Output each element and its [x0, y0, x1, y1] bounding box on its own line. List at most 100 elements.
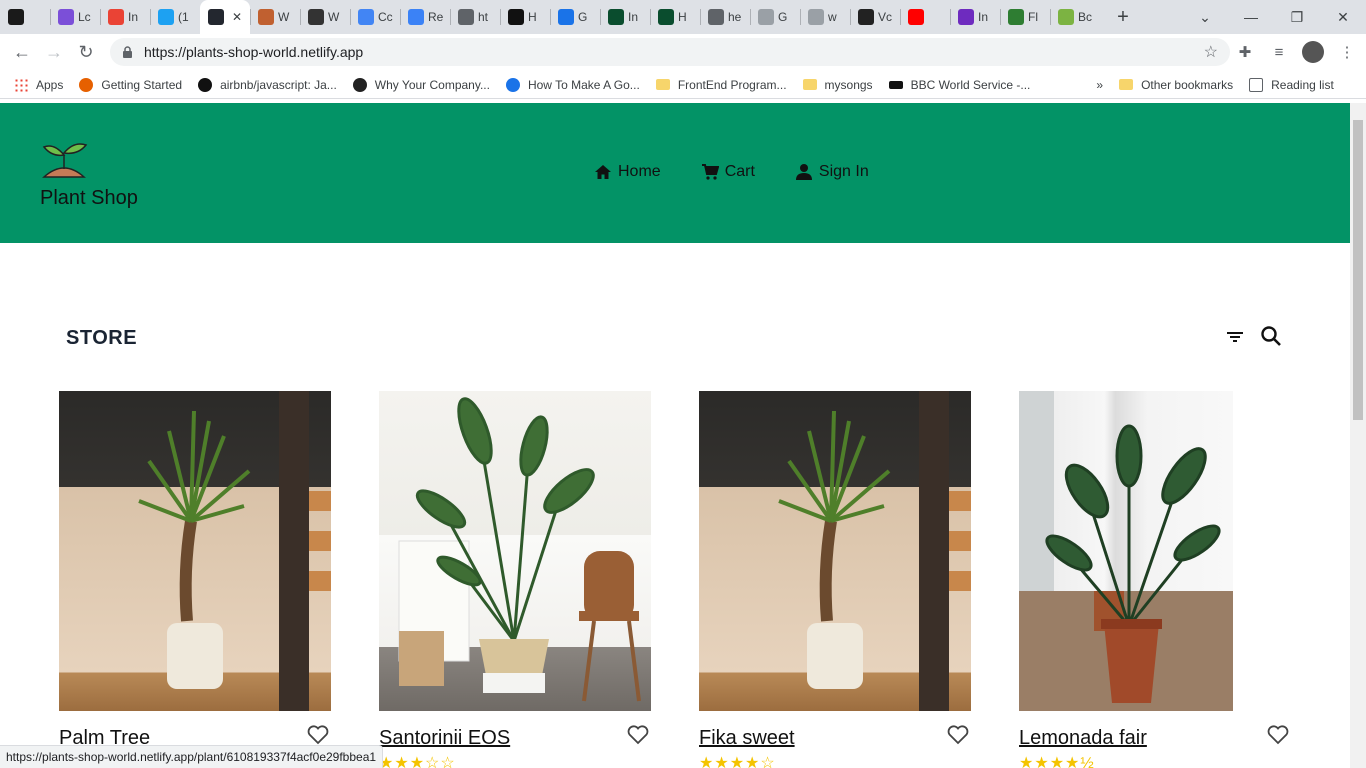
- bookmark-airbnb[interactable]: airbnb/javascript: Ja...: [190, 73, 345, 97]
- tab-favicon-icon: [1058, 9, 1074, 25]
- tab-close-icon[interactable]: ✕: [232, 10, 242, 24]
- back-button[interactable]: ←: [6, 37, 38, 69]
- page-scrollbar[interactable]: [1350, 103, 1366, 768]
- heart-icon[interactable]: [307, 725, 329, 745]
- browser-tab[interactable]: H: [500, 0, 550, 34]
- browser-tab[interactable]: [900, 0, 950, 34]
- search-icon[interactable]: [1260, 325, 1282, 347]
- nav-cart[interactable]: Cart: [701, 163, 755, 181]
- more-bookmarks-button[interactable]: »: [1088, 73, 1111, 97]
- tab-search-icon[interactable]: ⌄: [1182, 0, 1228, 34]
- home-icon: [595, 165, 611, 179]
- folder-icon: [655, 79, 670, 90]
- product-name[interactable]: Lemonada fair: [1019, 727, 1147, 750]
- folder-icon: [1119, 79, 1134, 90]
- tab-favicon-icon: [358, 9, 374, 25]
- bookmark-reading-list[interactable]: Reading list: [1241, 73, 1342, 97]
- browser-tab[interactable]: he: [700, 0, 750, 34]
- media-control-icon[interactable]: ≡: [1266, 38, 1292, 66]
- forward-button[interactable]: →: [38, 37, 70, 69]
- tab-label: G: [778, 10, 788, 24]
- browser-tab[interactable]: (1: [150, 0, 200, 34]
- reading-list-icon: [1249, 77, 1264, 92]
- profile-avatar[interactable]: [1300, 38, 1326, 66]
- browser-tab[interactable]: W: [250, 0, 300, 34]
- rating-stars: ★★★☆☆: [379, 755, 456, 768]
- browser-tab[interactable]: W: [300, 0, 350, 34]
- tab-label: (1: [178, 10, 189, 24]
- product-name[interactable]: Fika sweet: [699, 727, 795, 750]
- browser-tab[interactable]: Bc: [1050, 0, 1100, 34]
- browser-tab[interactable]: Re: [400, 0, 450, 34]
- browser-tab[interactable]: ht: [450, 0, 500, 34]
- product-name[interactable]: Santorinii EOS: [379, 727, 510, 750]
- nav-signin[interactable]: Sign In: [795, 163, 869, 181]
- bookmark-apps[interactable]: Apps: [0, 73, 71, 97]
- url-text: https://plants-shop-world.netlify.app: [144, 44, 364, 60]
- product-card[interactable]: Lemonada fair ★★★★½: [1019, 391, 1289, 768]
- extensions-icon[interactable]: ✚: [1232, 38, 1258, 66]
- heart-icon[interactable]: [627, 725, 649, 745]
- bookmark-frontend[interactable]: FrontEnd Program...: [648, 73, 795, 97]
- menu-icon[interactable]: ⋮: [1334, 38, 1360, 66]
- scrollbar-thumb[interactable]: [1353, 120, 1363, 420]
- tab-label: Cc: [378, 10, 393, 24]
- tab-favicon-icon: [258, 9, 274, 25]
- bookmark-getting-started[interactable]: Getting Started: [71, 73, 190, 97]
- product-image[interactable]: [59, 391, 331, 711]
- browser-tab[interactable]: G: [550, 0, 600, 34]
- product-card[interactable]: Santorinii EOS ★★★☆☆: [379, 391, 651, 768]
- status-bar-url: https://plants-shop-world.netlify.app/pl…: [0, 745, 384, 768]
- minimize-button[interactable]: —: [1228, 0, 1274, 34]
- tab-label: he: [728, 10, 742, 24]
- browser-tab[interactable]: Lc: [50, 0, 100, 34]
- browser-tab[interactable]: ✕: [200, 0, 250, 34]
- bookmark-other[interactable]: Other bookmarks: [1111, 73, 1241, 97]
- tab-favicon-icon: [708, 9, 724, 25]
- tab-label: W: [278, 10, 290, 24]
- product-image[interactable]: [1019, 391, 1233, 711]
- more-label: »: [1096, 77, 1104, 92]
- plant-logo-icon[interactable]: [40, 137, 88, 179]
- bookmark-why-company[interactable]: Why Your Company...: [345, 73, 498, 97]
- product-card[interactable]: Palm Tree ★★★☆☆: [59, 391, 331, 768]
- browser-tab[interactable]: In: [100, 0, 150, 34]
- tab-label: In: [628, 10, 639, 24]
- cart-icon: [701, 164, 719, 180]
- browser-tab[interactable]: Cc: [350, 0, 400, 34]
- new-tab-button[interactable]: +: [1108, 6, 1138, 29]
- tab-label: Re: [428, 10, 444, 24]
- bookmark-how-to[interactable]: How To Make A Go...: [498, 73, 648, 97]
- browser-tab[interactable]: Fl: [1000, 0, 1050, 34]
- heart-icon[interactable]: [1267, 725, 1289, 745]
- rating-stars: ★★★★½: [1019, 755, 1095, 768]
- tab-label: Lc: [78, 10, 91, 24]
- tab-label: In: [978, 10, 989, 24]
- browser-tab[interactable]: w: [800, 0, 850, 34]
- lock-icon: [122, 46, 134, 58]
- product-card[interactable]: Fika sweet ★★★★☆: [699, 391, 971, 768]
- bbc-icon: [888, 80, 903, 89]
- tab-label: In: [128, 10, 139, 24]
- bookmark-bbc[interactable]: BBC World Service -...: [881, 73, 1039, 97]
- maximize-button[interactable]: ❐: [1274, 0, 1320, 34]
- address-bar[interactable]: https://plants-shop-world.netlify.app ☆: [110, 38, 1230, 66]
- reload-button[interactable]: ↻: [70, 37, 102, 69]
- browser-tab[interactable]: In: [600, 0, 650, 34]
- heart-icon[interactable]: [947, 725, 969, 745]
- nav-home[interactable]: Home: [594, 163, 661, 181]
- filter-icon[interactable]: [1226, 329, 1244, 345]
- tab-favicon-icon: [158, 9, 174, 25]
- product-image[interactable]: [379, 391, 651, 711]
- bookmark-mysongs[interactable]: mysongs: [795, 73, 881, 97]
- page: Plant Shop Home Cart Sign In STORE Palm …: [0, 103, 1350, 768]
- browser-tab[interactable]: G: [750, 0, 800, 34]
- browser-tab[interactable]: [0, 0, 50, 34]
- browser-tab[interactable]: H: [650, 0, 700, 34]
- brand-name[interactable]: Plant Shop: [40, 187, 138, 210]
- browser-tab[interactable]: In: [950, 0, 1000, 34]
- close-window-button[interactable]: ✕: [1320, 0, 1366, 34]
- bookmark-star-icon[interactable]: ☆: [1204, 42, 1218, 62]
- browser-tab[interactable]: Vc: [850, 0, 900, 34]
- product-image[interactable]: [699, 391, 971, 711]
